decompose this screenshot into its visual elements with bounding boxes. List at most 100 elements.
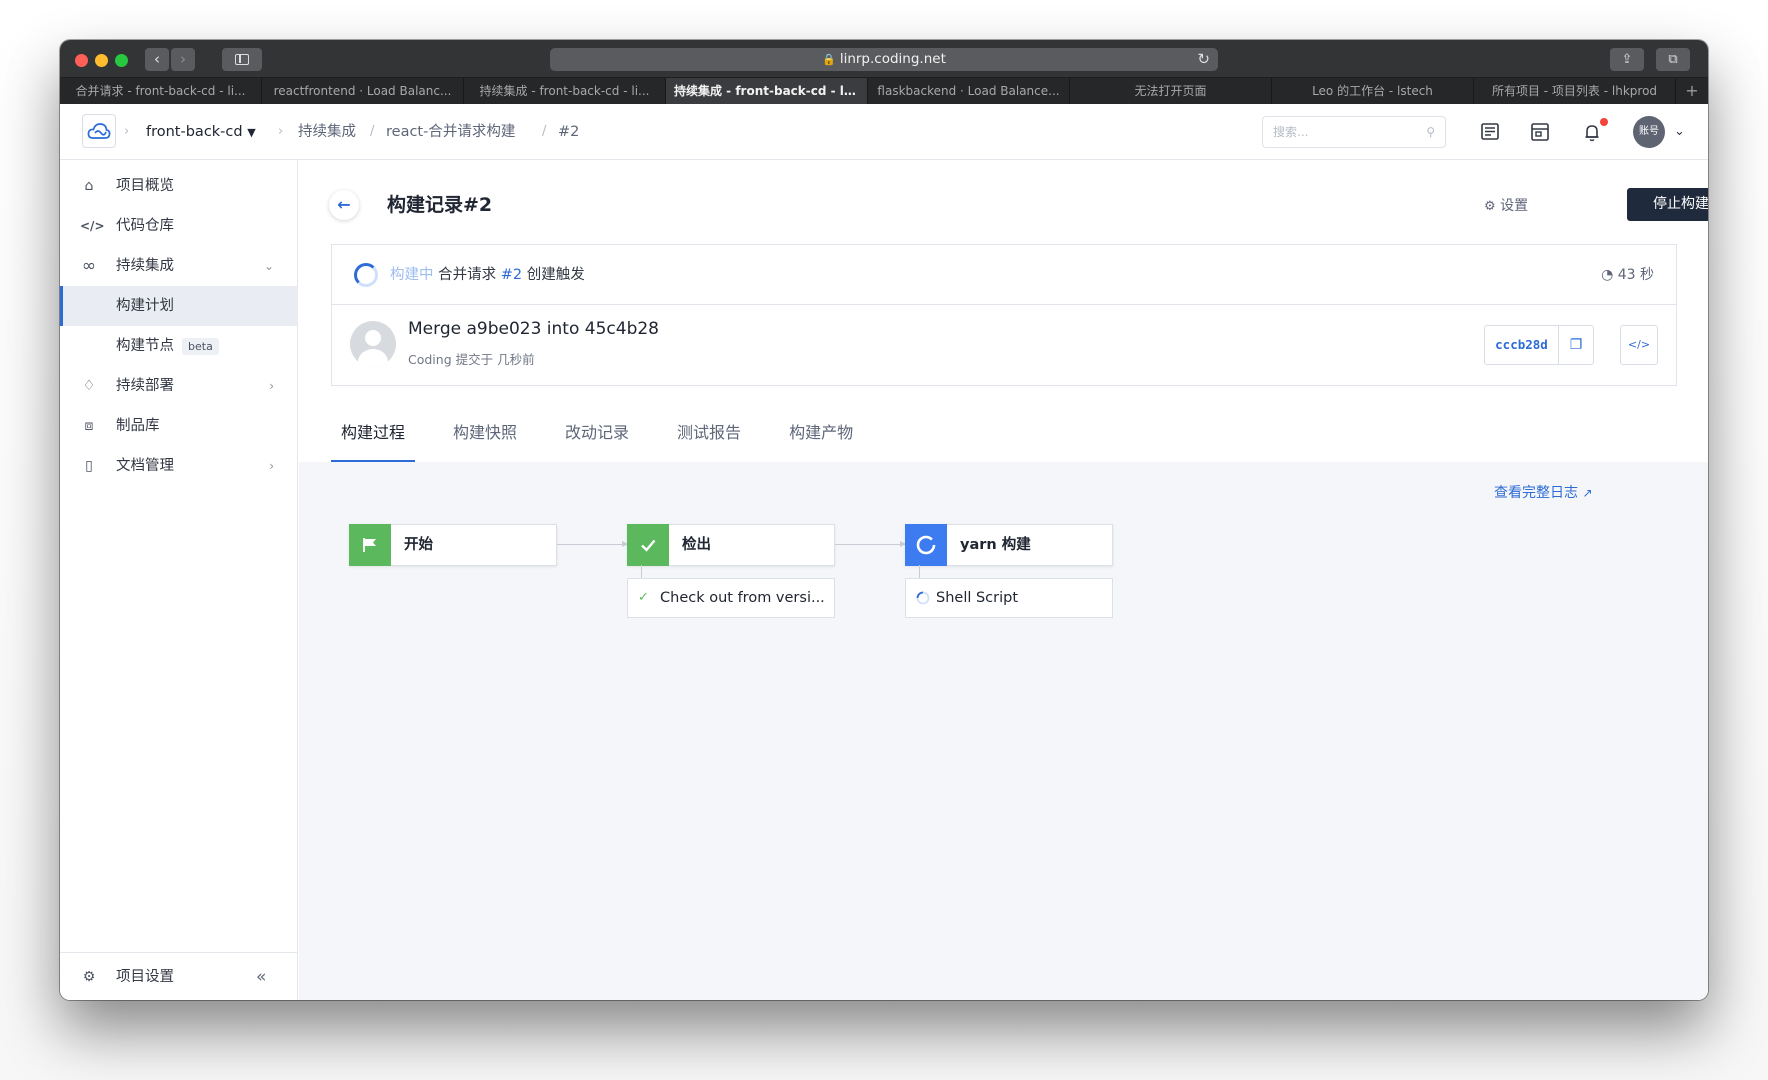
view-full-log-link[interactable]: 查看完整日志 ↗ [1494,482,1593,502]
sidebar-item-label: 项目概览 [116,178,174,194]
breadcrumb-separator: / [370,124,375,139]
check-icon: ✓ [638,590,649,605]
pipeline-stage-start[interactable]: 开始 [349,524,557,566]
new-tab-button[interactable]: + [1676,78,1708,104]
commit-sha-link[interactable]: cccb28d [1485,326,1559,364]
sidebar-item-build-nodes[interactable]: 构建节点 beta [60,326,298,366]
settings-link[interactable]: ⚙ 设置 [1484,190,1528,222]
copy-icon[interactable]: ❐ [1559,326,1593,364]
browse-code-button[interactable]: </> [1620,325,1658,365]
running-spinner-icon [905,524,947,566]
pipeline-step-checkout[interactable]: ✓ Check out from versi... [627,578,835,618]
pipeline-stage-checkout[interactable]: 检出 [627,524,835,566]
zoom-window-button[interactable] [115,54,128,67]
news-icon[interactable] [1476,118,1504,146]
app-header: › front-back-cd ▼ › 持续集成 / react-合并请求构建 … [60,104,1708,160]
page-title: 构建记录#2 [387,194,493,216]
close-window-button[interactable] [75,54,88,67]
pr-link[interactable]: #2 [501,267,522,283]
sidebar-item-label: 构建计划 [116,298,174,314]
minimize-window-button[interactable] [95,54,108,67]
pipeline-step-shell-script[interactable]: Shell Script [905,578,1113,618]
settings-label: 设置 [1500,198,1529,214]
main-content: ← 构建记录#2 ⚙ 设置 停止构建 构建中 合并请求 #2 创建触发 ◔ 43… [299,160,1708,1000]
browser-tab[interactable]: flaskbackend · Load Balance... [868,78,1070,104]
reload-icon[interactable]: ↻ [1197,48,1210,71]
search-placeholder: 搜索... [1273,125,1309,139]
browser-tab[interactable]: 持续集成 - front-back-cd - li... [464,78,666,104]
search-input[interactable]: 搜索... ⚲ [1262,116,1446,148]
chevron-down-icon: ⌄ [263,259,274,273]
breadcrumb-plan[interactable]: react-合并请求构建 [386,104,515,160]
sidebar-item-docs[interactable]: ▯ 文档管理 › [60,446,298,486]
sidebar: ⌂ 项目概览 </> 代码仓库 ∞ 持续集成 ⌄ 构建计划 构建节点 beta ♢… [60,160,298,1000]
sidebar-item-build-plan[interactable]: 构建计划 [60,286,298,326]
tab-artifacts[interactable]: 构建产物 [779,410,863,462]
browser-tab[interactable]: 无法打开页面 [1070,78,1272,104]
sidebar-icon [235,54,249,65]
elapsed-value: 43 秒 [1617,267,1654,283]
sidebar-item-artifacts[interactable]: ⧈ 制品库 [60,406,298,446]
sidebar-footer: ⚙ 项目设置 « [60,952,298,1000]
tab-overview-button[interactable]: ⧉ [1656,48,1690,71]
clock-icon: ◔ [1601,267,1614,283]
sidebar-toggle-button[interactable] [222,48,262,71]
avatar[interactable]: 账号 [1633,116,1665,148]
sidebar-item-cd[interactable]: ♢ 持续部署 › [60,366,298,406]
home-icon: ⌂ [84,178,94,194]
arrow-left-icon: ← [337,195,351,214]
commit-meta: Coding 提交于 几秒前 [408,349,535,368]
build-status-text: 构建中 合并请求 #2 创建触发 [390,245,585,305]
search-icon: ⚲ [1426,125,1435,139]
address-bar[interactable]: 🔒 linrp.coding.net ↻ [550,48,1218,71]
sidebar-item-ci[interactable]: ∞ 持续集成 ⌄ [60,246,298,286]
gear-icon: ⚙ [82,969,96,985]
browser-tab[interactable]: Leo 的工作台 - lstech [1272,78,1474,104]
check-icon [627,524,669,566]
gear-icon: ⚙ [1484,199,1496,214]
pipeline-stage-yarn-build[interactable]: yarn 构建 [905,524,1113,566]
loading-spinner-icon [916,579,930,617]
breadcrumb-separator: › [278,124,284,139]
stop-build-button[interactable]: 停止构建 [1627,188,1708,221]
lock-icon: 🔒 [822,53,836,66]
calendar-icon[interactable] [1526,118,1554,146]
external-link-icon: ↗ [1582,486,1593,500]
coding-logo[interactable] [82,114,116,148]
browser-tab[interactable]: 所有项目 - 项目列表 - lhkprod [1474,78,1676,104]
back-button[interactable]: ← [329,190,359,220]
tab-changes[interactable]: 改动记录 [555,410,639,462]
browser-tab-bar: 合并请求 - front-back-cd - li... reactfronte… [60,78,1708,104]
breadcrumb-separator: › [124,124,130,139]
tab-build-snapshot[interactable]: 构建快照 [443,410,527,462]
sidebar-item-label: 制品库 [116,418,160,434]
breadcrumb-record: #2 [558,124,580,140]
loading-spinner-icon [354,263,378,287]
code-icon: </> [80,219,105,233]
sidebar-item-overview[interactable]: ⌂ 项目概览 [60,166,298,206]
collapse-sidebar-icon[interactable]: « [256,953,266,1000]
chevron-down-icon[interactable]: ⌄ [1674,104,1685,160]
document-icon: ▯ [85,458,93,474]
build-info-card: 构建中 合并请求 #2 创建触发 ◔ 43 秒 Merge a9be023 in… [331,244,1677,386]
back-nav-button[interactable]: ‹ [145,48,169,71]
breadcrumb-ci[interactable]: 持续集成 [298,104,356,160]
log-link-label: 查看完整日志 [1494,485,1578,501]
committer-avatar [350,321,396,367]
sidebar-item-repo[interactable]: </> 代码仓库 [60,206,298,246]
step-label: Check out from versi... [660,590,825,606]
chevron-right-icon: › [269,459,274,473]
commit-author: Coding [408,352,452,367]
browser-tab[interactable]: reactfrontend · Load Balanc... [262,78,464,104]
status-badge: 构建中 [390,267,434,283]
tabs-icon: ⧉ [1668,52,1678,67]
project-switcher[interactable]: front-back-cd ▼ [146,104,256,160]
tab-build-process[interactable]: 构建过程 [331,410,416,462]
browser-tab-active[interactable]: 持续集成 - front-back-cd - li... [666,78,868,104]
tab-test-report[interactable]: 测试报告 [667,410,751,462]
share-button[interactable]: ⇪ [1610,48,1644,71]
forward-nav-button[interactable]: › [171,48,195,71]
browser-tab[interactable]: 合并请求 - front-back-cd - li... [60,78,262,104]
share-icon: ⇪ [1621,52,1633,67]
build-status-row: 构建中 合并请求 #2 创建触发 ◔ 43 秒 [332,245,1676,305]
